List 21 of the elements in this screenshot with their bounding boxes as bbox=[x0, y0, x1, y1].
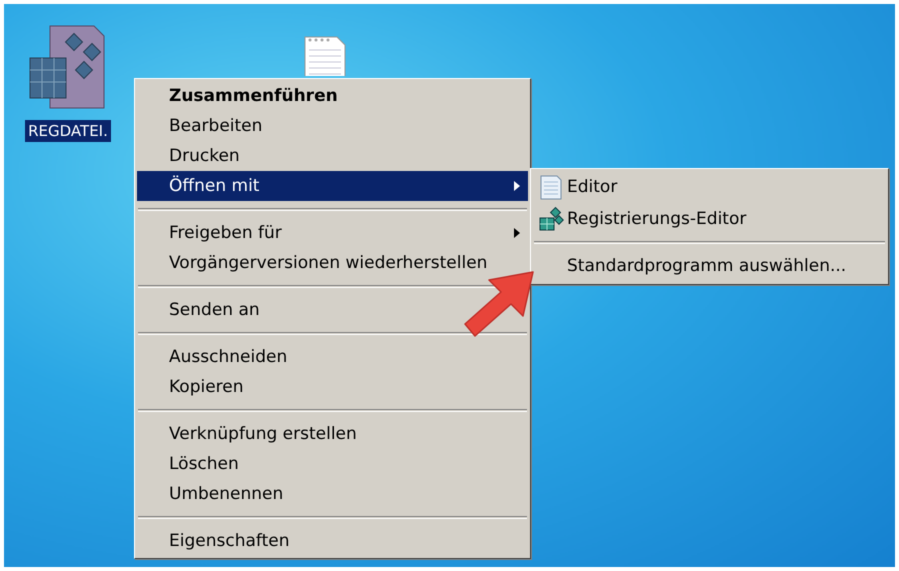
menu-item[interactable]: Ausschneiden bbox=[137, 342, 528, 372]
menu-item[interactable]: Umbenennen bbox=[137, 479, 528, 509]
menu-item[interactable]: Freigeben für bbox=[137, 218, 528, 248]
menu-item[interactable]: Verknüpfung erstellen bbox=[137, 419, 528, 449]
menu-item[interactable]: Vorgängerversionen wiederherstellen bbox=[137, 248, 528, 278]
menu-item[interactable]: Editor bbox=[533, 171, 886, 203]
menu-item[interactable]: Kopieren bbox=[137, 372, 528, 402]
file-name-label[interactable]: REGDATEI. bbox=[25, 120, 111, 142]
menu-item[interactable]: Drucken bbox=[137, 141, 528, 171]
notepad-icon bbox=[539, 174, 563, 200]
menu-item[interactable]: Senden an bbox=[137, 295, 528, 325]
registry-icon bbox=[538, 206, 564, 232]
menu-item[interactable]: Registrierungs-Editor bbox=[533, 203, 886, 235]
menu-item[interactable]: Standardprogramm auswählen... bbox=[533, 250, 886, 282]
menu-item[interactable]: Eigenschaften bbox=[137, 526, 528, 556]
pointer-arrow bbox=[464, 271, 534, 337]
menu-item[interactable]: Löschen bbox=[137, 449, 528, 479]
menu-item[interactable]: Bearbeiten bbox=[137, 111, 528, 141]
menu-item[interactable]: Öffnen mit bbox=[137, 171, 528, 201]
menu-item[interactable]: Zusammenführen bbox=[137, 81, 528, 111]
text-file-icon[interactable] bbox=[304, 34, 346, 76]
